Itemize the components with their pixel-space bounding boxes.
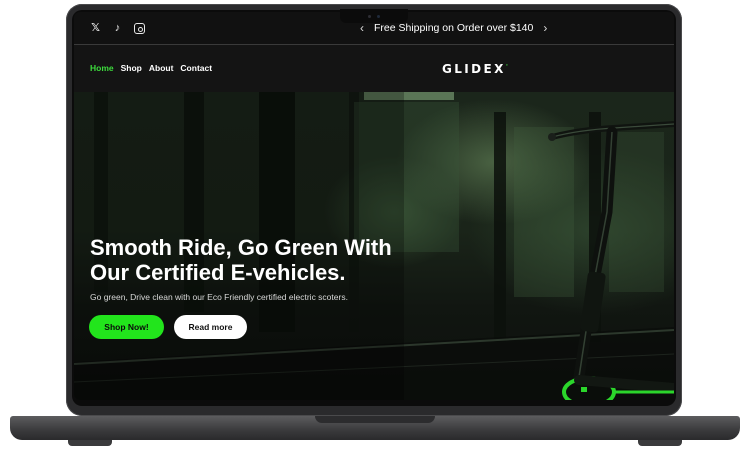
promo-carousel: ‹ Free Shipping on Order over $140 › — [360, 22, 547, 34]
laptop-base-groove — [315, 416, 435, 423]
hero-heading: Smooth Ride, Go Green With Our Certified… — [90, 235, 470, 285]
promo-text: Free Shipping on Order over $140 — [374, 22, 534, 34]
camera-notch — [340, 9, 408, 23]
social-links: 𝕏 ♪ — [90, 23, 145, 34]
nav-item-contact[interactable]: Contact — [180, 63, 212, 73]
nav-links: Home Shop About Contact — [90, 63, 212, 73]
website-screen: 𝕏 ♪ ‹ Free Shipping on Order over $140 ›… — [74, 12, 674, 400]
read-more-button[interactable]: Read more — [174, 315, 247, 339]
camera-icon — [377, 14, 380, 18]
hero-banner: Smooth Ride, Go Green With Our Certified… — [74, 92, 674, 400]
x-icon[interactable]: 𝕏 — [90, 23, 101, 34]
chevron-right-icon[interactable]: › — [543, 22, 547, 34]
hero-subtitle: Go green, Drive clean with our Eco Frien… — [90, 292, 348, 302]
laptop-foot-right — [638, 440, 682, 446]
sensor-dot — [368, 14, 371, 18]
logo-accent-mark: · — [505, 62, 511, 69]
chevron-left-icon[interactable]: ‹ — [360, 22, 364, 34]
shop-now-button[interactable]: Shop Now! — [89, 315, 164, 339]
nav-item-about[interactable]: About — [149, 63, 174, 73]
instagram-icon[interactable] — [134, 23, 145, 34]
tiktok-icon[interactable]: ♪ — [112, 23, 123, 34]
laptop-foot-left — [68, 440, 112, 446]
hero-heading-line1: Smooth Ride, Go Green With — [90, 235, 392, 260]
nav-item-home[interactable]: Home — [90, 63, 114, 73]
brand-logo-text: GLIDEX — [442, 62, 506, 76]
brand-logo[interactable]: GLIDEX· — [442, 62, 510, 76]
main-navigation: Home Shop About Contact GLIDEX· — [74, 46, 674, 92]
hero-heading-line2: Our Certified E-vehicles. — [90, 260, 346, 285]
nav-item-shop[interactable]: Shop — [121, 63, 142, 73]
